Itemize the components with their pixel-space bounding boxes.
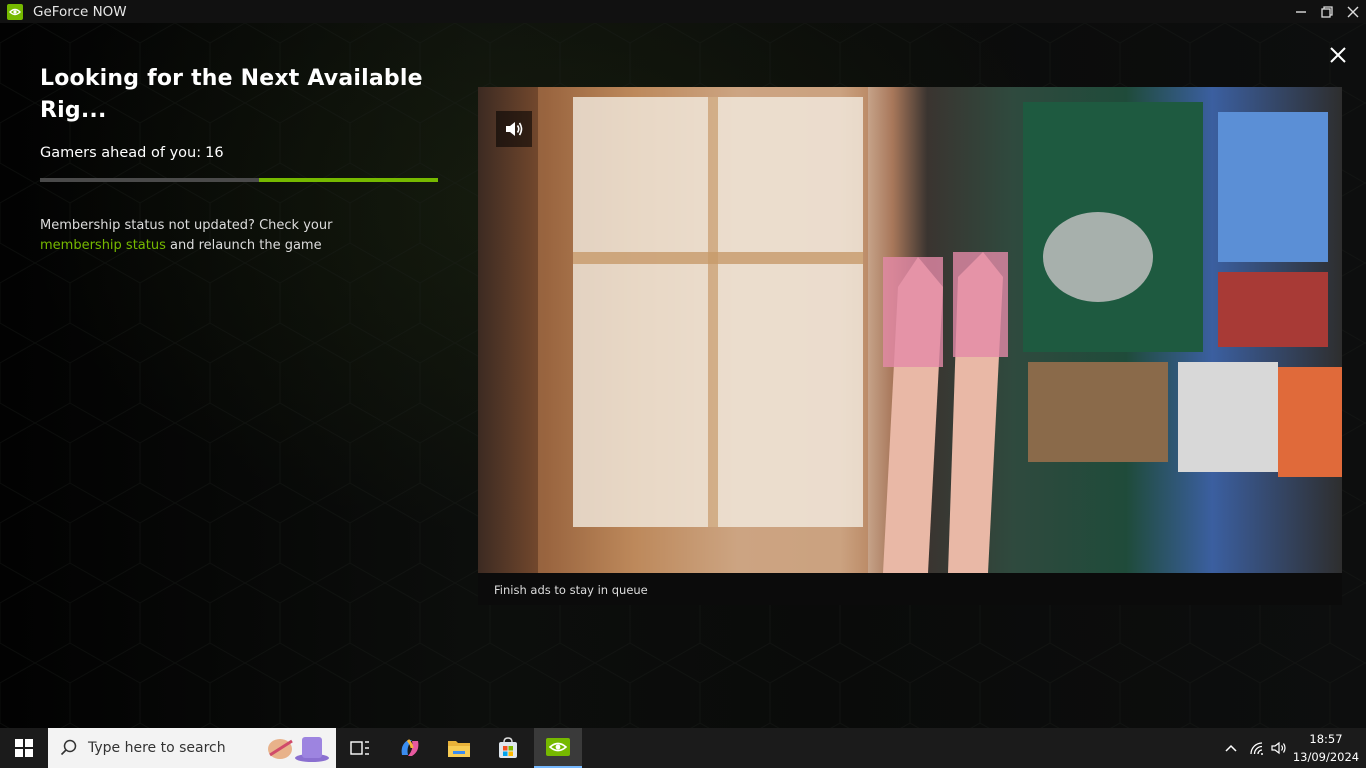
wifi-icon bbox=[1250, 742, 1263, 755]
queue-screen: Looking for the Next Available Rig... Ga… bbox=[0, 23, 1366, 728]
microsoft-store-button[interactable] bbox=[484, 728, 532, 768]
restore-button[interactable] bbox=[1314, 0, 1340, 23]
clock-date: 13/09/2024 bbox=[1292, 750, 1360, 764]
ad-caption: Finish ads to stay in queue bbox=[494, 583, 648, 597]
membership-notice: Membership status not updated? Check you… bbox=[40, 216, 440, 256]
geforce-now-logo-icon bbox=[7, 3, 23, 20]
window-title: GeForce NOW bbox=[33, 3, 127, 20]
taskbar-clock[interactable]: 18:57 13/09/2024 bbox=[1290, 730, 1362, 766]
taskbar-search-box[interactable]: Type here to search bbox=[48, 728, 336, 768]
show-hidden-icons-button[interactable] bbox=[1220, 728, 1242, 768]
task-view-icon bbox=[350, 741, 369, 755]
start-button[interactable] bbox=[0, 728, 48, 768]
queue-heading: Looking for the Next Available Rig... bbox=[40, 66, 423, 123]
copilot-button[interactable] bbox=[386, 728, 434, 768]
minimize-button[interactable] bbox=[1288, 0, 1314, 23]
queue-info-panel: Looking for the Next Available Rig... Ga… bbox=[40, 63, 440, 256]
windows-taskbar: Type here to search 18:57 13/09/2024 bbox=[0, 728, 1366, 768]
sound-toggle-button[interactable] bbox=[496, 111, 532, 147]
close-window-button[interactable] bbox=[1340, 0, 1366, 23]
title-bar: GeForce NOW bbox=[0, 0, 1366, 23]
store-icon bbox=[499, 737, 517, 758]
task-view-button[interactable] bbox=[336, 728, 384, 768]
folder-icon bbox=[448, 741, 470, 757]
ad-video[interactable] bbox=[478, 87, 1342, 573]
chevron-up-icon bbox=[1225, 744, 1237, 752]
membership-status-link[interactable]: membership status bbox=[40, 238, 166, 253]
membership-text-1: Membership status not updated? Check you… bbox=[40, 218, 333, 233]
volume-button[interactable] bbox=[1268, 728, 1290, 768]
speaker-icon bbox=[506, 122, 523, 136]
search-highlight-hats-icon bbox=[268, 737, 329, 762]
ad-video-frame bbox=[538, 87, 1342, 573]
search-placeholder: Type here to search bbox=[88, 740, 226, 756]
volume-icon bbox=[1271, 741, 1286, 755]
queue-progress-fill bbox=[259, 178, 438, 182]
gamers-ahead-label: Gamers ahead of you: bbox=[40, 145, 202, 161]
network-button[interactable] bbox=[1246, 728, 1268, 768]
close-queue-button[interactable] bbox=[1326, 43, 1350, 67]
queue-position: Gamers ahead of you: 16 bbox=[40, 145, 440, 161]
ad-player: Finish ads to stay in queue bbox=[478, 87, 1342, 605]
file-explorer-button[interactable] bbox=[435, 728, 483, 768]
clock-time: 18:57 bbox=[1309, 732, 1343, 746]
windows-logo-icon bbox=[15, 739, 33, 757]
membership-text-2: and relaunch the game bbox=[170, 238, 322, 253]
search-icon bbox=[60, 739, 77, 756]
window-controls bbox=[1288, 0, 1366, 23]
geforce-now-taskbar-button[interactable] bbox=[534, 728, 582, 768]
copilot-icon bbox=[401, 739, 419, 756]
nvidia-icon bbox=[546, 738, 570, 756]
queue-progress-bar bbox=[40, 178, 438, 182]
gamers-ahead-count: 16 bbox=[205, 145, 224, 161]
